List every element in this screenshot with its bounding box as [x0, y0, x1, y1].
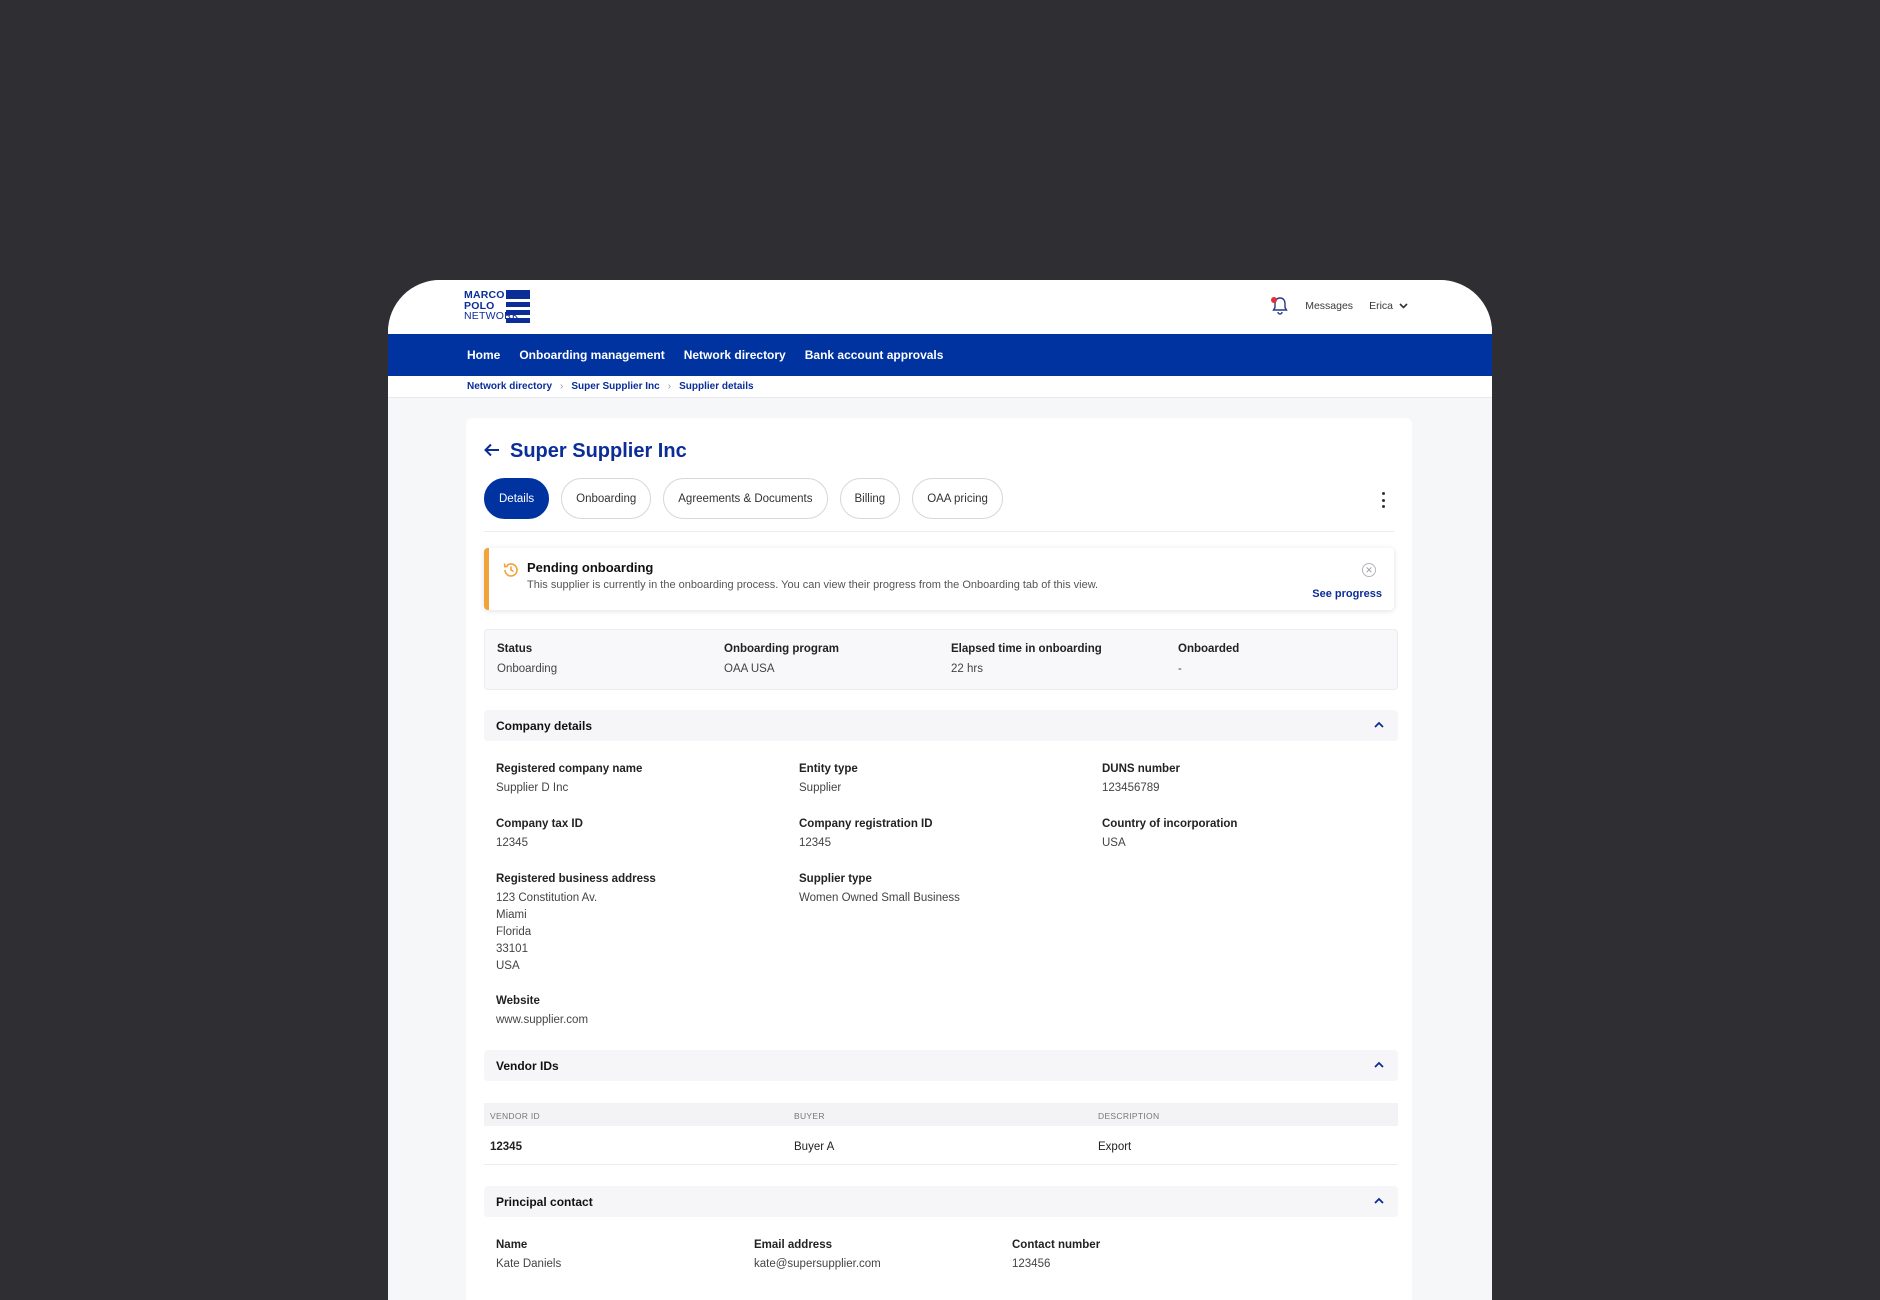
nav-onboarding-management[interactable]: Onboarding management — [519, 348, 664, 362]
buyer-cell: Buyer A — [794, 1141, 835, 1153]
tab-onboarding[interactable]: Onboarding — [561, 478, 652, 519]
brand-logo[interactable]: MARCO POLO NETWORK — [464, 290, 536, 324]
chevron-right-icon: › — [667, 381, 672, 392]
chevron-up-icon[interactable] — [1374, 1196, 1384, 1206]
section-title: Principal contact — [496, 1194, 593, 1209]
user-name: Erica — [1369, 300, 1393, 312]
breadcrumb-network-directory[interactable]: Network directory — [467, 381, 552, 392]
tab-bar: Details Onboarding Agreements & Document… — [484, 478, 1003, 519]
tab-agreements-documents[interactable]: Agreements & Documents — [663, 478, 828, 519]
contact-number: Contact number 123456 — [1012, 1239, 1101, 1270]
onboarded-field: Onboarded - — [1178, 643, 1240, 675]
description-cell: Export — [1098, 1141, 1132, 1153]
main-nav: Home Onboarding management Network direc… — [388, 334, 1492, 376]
chevron-up-icon[interactable] — [1374, 720, 1384, 730]
breadcrumb-supplier-details: Supplier details — [679, 381, 754, 392]
section-title: Company details — [496, 718, 593, 733]
vendor-id-cell: 12345 — [490, 1141, 522, 1153]
supplier-type: Supplier type Women Owned Small Business — [799, 873, 960, 904]
alert-title: Pending onboarding — [527, 560, 654, 575]
section-title: Vendor IDs — [496, 1058, 559, 1073]
messages-link[interactable]: Messages — [1305, 300, 1353, 312]
close-icon[interactable]: ✕ — [1362, 563, 1376, 577]
see-progress-link[interactable]: See progress — [1312, 588, 1382, 600]
column-header: BUYER — [794, 1111, 825, 1121]
logo-mark-icon — [506, 290, 530, 324]
table-row: 12345 Buyer A Export — [484, 1129, 1398, 1165]
chevron-up-icon[interactable] — [1374, 1060, 1384, 1070]
top-header: MARCO POLO NETWORK Messages Erica — [388, 280, 1492, 334]
chevron-down-icon — [1399, 303, 1408, 309]
column-header: DESCRIPTION — [1098, 1111, 1160, 1121]
pending-onboarding-alert: Pending onboarding This supplier is curr… — [484, 548, 1394, 610]
breadcrumb: Network directory › Super Supplier Inc ›… — [388, 376, 1492, 398]
history-icon — [503, 563, 518, 577]
user-menu[interactable]: Erica — [1369, 300, 1408, 312]
breadcrumb-super-supplier[interactable]: Super Supplier Inc — [571, 381, 659, 392]
contact-email: Email address kate@supersupplier.com — [754, 1239, 881, 1270]
website: Website www.supplier.com — [496, 995, 589, 1026]
contact-name: Name Kate Daniels — [496, 1239, 562, 1270]
tab-oaa-pricing[interactable]: OAA pricing — [912, 478, 1003, 519]
notifications-bell-icon[interactable] — [1271, 296, 1289, 316]
duns-number: DUNS number 123456789 — [1102, 763, 1180, 794]
divider — [484, 531, 1394, 532]
nav-bank-account-approvals[interactable]: Bank account approvals — [805, 348, 944, 362]
entity-type: Entity type Supplier — [799, 763, 858, 794]
onboarding-program-field: Onboarding program OAA USA — [724, 643, 839, 675]
tab-details[interactable]: Details — [484, 478, 550, 519]
company-details-header[interactable]: Company details — [484, 710, 1398, 741]
status-field: Status Onboarding — [497, 643, 558, 675]
registered-company-name: Registered company name Supplier D Inc — [496, 763, 643, 794]
nav-home[interactable]: Home — [467, 348, 500, 362]
company-registration-id: Company registration ID 12345 — [799, 818, 933, 849]
nav-network-directory[interactable]: Network directory — [684, 348, 786, 362]
elapsed-time-field: Elapsed time in onboarding 22 hrs — [951, 643, 1102, 675]
vendor-table-header: VENDOR ID BUYER DESCRIPTION — [484, 1103, 1398, 1126]
onboarding-status-summary: Status Onboarding Onboarding program OAA… — [484, 629, 1398, 690]
app-window: MARCO POLO NETWORK Messages Erica Home O… — [388, 280, 1492, 1300]
back-arrow-icon[interactable] — [484, 442, 500, 462]
page-title: Super Supplier Inc — [510, 440, 687, 462]
vendor-ids-header[interactable]: Vendor IDs — [484, 1050, 1398, 1081]
registered-business-address: Registered business address 123 Constitu… — [496, 873, 656, 972]
column-header: VENDOR ID — [490, 1111, 540, 1121]
more-options-icon[interactable] — [1380, 492, 1386, 508]
alert-message: This supplier is currently in the onboar… — [527, 579, 1099, 591]
chevron-right-icon: › — [560, 381, 564, 392]
tab-billing[interactable]: Billing — [839, 478, 901, 519]
principal-contact-header[interactable]: Principal contact — [484, 1186, 1398, 1217]
supplier-card: Super Supplier Inc Details Onboarding Ag… — [466, 418, 1412, 1300]
company-tax-id: Company tax ID 12345 — [496, 818, 583, 849]
country-of-incorporation: Country of incorporation USA — [1102, 818, 1238, 849]
